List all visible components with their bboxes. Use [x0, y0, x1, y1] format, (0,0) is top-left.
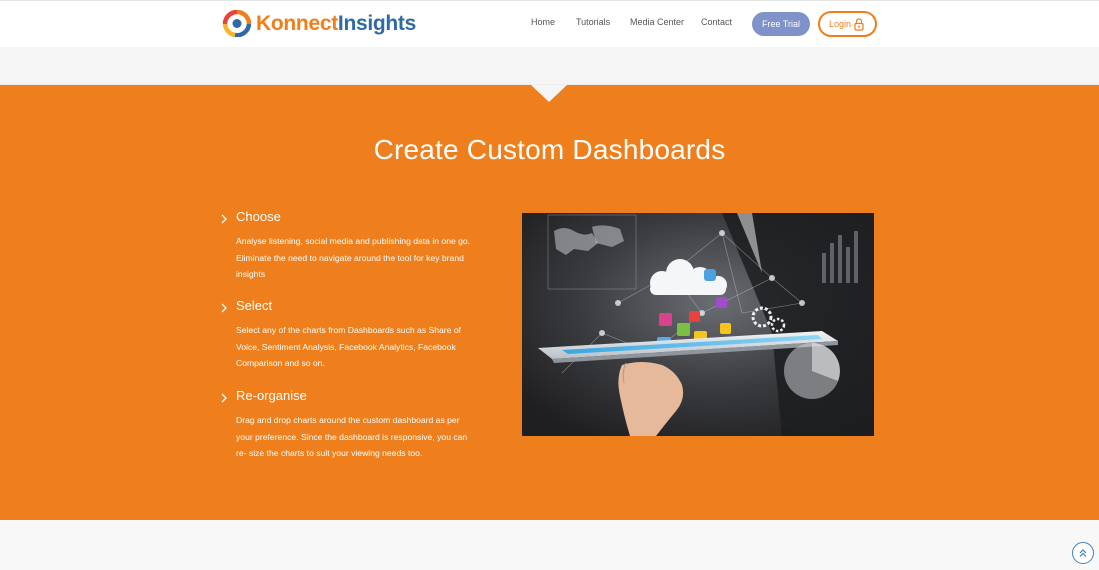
lock-icon	[854, 18, 864, 31]
logo[interactable]: KonnectInsights	[221, 10, 416, 37]
nav-tutorials[interactable]: Tutorials	[576, 17, 610, 27]
feature-text: Analyse listening, social media and publ…	[236, 236, 471, 279]
dashboards-section: Create Custom Dashboards Choose Analyse …	[0, 85, 1099, 520]
nav-home[interactable]: Home	[531, 17, 555, 27]
feature-heading: Select	[236, 298, 273, 313]
feature-text: Select any of the charts from Dashboards…	[236, 325, 461, 368]
bottom-area	[0, 520, 1099, 570]
section-title: Create Custom Dashboards	[373, 134, 726, 165]
hero-image	[522, 213, 874, 436]
grey-strip	[0, 47, 1099, 85]
section-notch	[531, 85, 567, 102]
login-label: Login	[829, 19, 852, 29]
logo-text: KonnectInsights	[256, 11, 417, 35]
nav-media-center[interactable]: Media Center	[630, 17, 684, 27]
chevron-right-icon	[221, 393, 227, 403]
chevron-right-icon	[221, 214, 227, 224]
feature-heading: Re-organise	[236, 388, 307, 403]
scroll-to-top-button[interactable]	[1072, 542, 1094, 564]
double-chevron-up-icon	[1079, 549, 1087, 557]
site-header: KonnectInsights Home Tutorials Media Cen…	[0, 0, 1099, 47]
free-trial-button[interactable]: Free Trial	[752, 12, 810, 36]
nav-contact[interactable]: Contact	[701, 17, 732, 27]
chevron-right-icon	[221, 303, 227, 313]
login-button[interactable]: Login	[818, 11, 877, 37]
logo-mark-icon	[222, 10, 252, 37]
feature-text: Drag and drop charts around the custom d…	[236, 415, 468, 458]
feature-heading: Choose	[236, 209, 281, 224]
